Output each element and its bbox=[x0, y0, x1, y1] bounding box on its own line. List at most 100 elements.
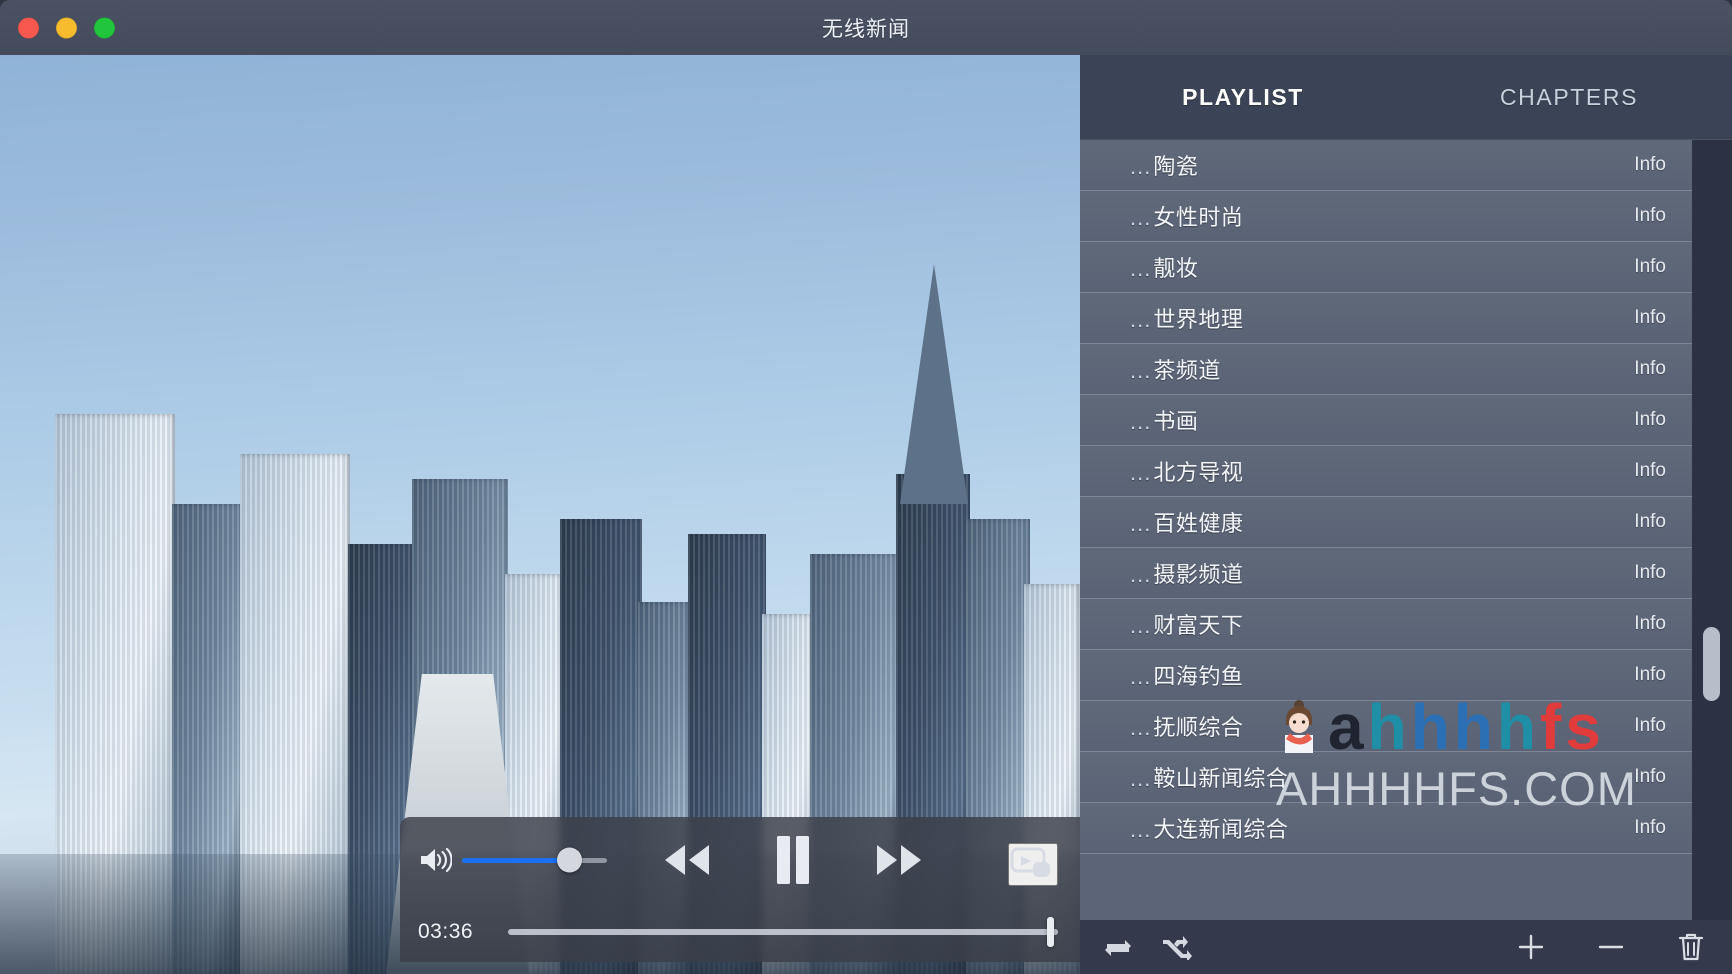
playlist-row[interactable]: ...茶频道 Info bbox=[1080, 344, 1692, 395]
playlist-row-info-button[interactable]: Info bbox=[1634, 358, 1666, 380]
playlist-toolbar-right bbox=[1514, 929, 1708, 965]
close-button[interactable] bbox=[18, 17, 39, 38]
playlist-row-title: ...四海钓鱼 bbox=[1130, 659, 1243, 691]
playlist-row-info-button[interactable]: Info bbox=[1634, 154, 1666, 176]
playlist-row-info-button[interactable]: Info bbox=[1634, 511, 1666, 533]
playlist-row-info-button[interactable]: Info bbox=[1634, 256, 1666, 278]
playlist-row[interactable]: ...陶瓷 Info bbox=[1080, 140, 1692, 191]
seek-slider[interactable] bbox=[508, 917, 1058, 947]
fast-forward-button[interactable] bbox=[867, 836, 931, 884]
player-window: 无线新闻 03:36 PLAYLIST CHAPTERS a h h h h f… bbox=[0, 0, 1732, 974]
playlist-row[interactable]: ...鞍山新闻综合 Info bbox=[1080, 752, 1692, 803]
playlist-row[interactable]: ...财富天下 Info bbox=[1080, 599, 1692, 650]
playlist-row-title: ...茶频道 bbox=[1130, 353, 1221, 385]
playlist-row[interactable]: ...世界地理 Info bbox=[1080, 293, 1692, 344]
volume-control[interactable] bbox=[418, 845, 607, 875]
playlist-row-name: 四海钓鱼 bbox=[1153, 664, 1244, 689]
pause-button[interactable] bbox=[767, 830, 819, 890]
playlist-row-title: ...大连新闻综合 bbox=[1130, 812, 1288, 844]
traffic-light-group bbox=[18, 17, 115, 38]
playlist-row-name: 茶频道 bbox=[1153, 358, 1221, 383]
playlist-row-name: 抚顺综合 bbox=[1153, 715, 1244, 740]
loop-icon[interactable] bbox=[1100, 932, 1136, 962]
playlist-row-prefix: ... bbox=[1130, 460, 1152, 485]
playlist-row-prefix: ... bbox=[1130, 154, 1152, 179]
playlist-items: ...陶瓷 Info ...女性时尚 Info ...靓妆 Info ...世界地理 Info… bbox=[1080, 140, 1692, 920]
playlist-scrollbar-thumb[interactable] bbox=[1703, 627, 1720, 701]
playlist-row-prefix: ... bbox=[1130, 715, 1152, 740]
playlist-row-name: 女性时尚 bbox=[1153, 205, 1244, 230]
playlist-row-info-button[interactable]: Info bbox=[1634, 205, 1666, 227]
playlist-row-name: 百姓健康 bbox=[1153, 511, 1244, 536]
rewind-button[interactable] bbox=[655, 836, 719, 884]
playlist-row-title: ...世界地理 bbox=[1130, 302, 1243, 334]
playlist-row-prefix: ... bbox=[1130, 613, 1152, 638]
playlist-row-title: ...鞍山新闻综合 bbox=[1130, 761, 1288, 793]
playlist-scrollbar[interactable] bbox=[1692, 140, 1732, 920]
playlist-row[interactable]: ...书画 Info bbox=[1080, 395, 1692, 446]
playlist-row-title: ...北方导视 bbox=[1130, 455, 1243, 487]
playlist-row-info-button[interactable]: Info bbox=[1634, 817, 1666, 839]
playlist-row-title: ...女性时尚 bbox=[1130, 200, 1243, 232]
playlist-scroll-area[interactable]: a h h h h f s AHHHHFS.COM ...陶瓷 Info ...女性… bbox=[1080, 140, 1732, 920]
playlist-row-prefix: ... bbox=[1130, 511, 1152, 536]
playlist-row[interactable]: ...四海钓鱼 Info bbox=[1080, 650, 1692, 701]
tab-playlist[interactable]: PLAYLIST bbox=[1080, 84, 1406, 111]
playlist-row-title: ...抚顺综合 bbox=[1130, 710, 1243, 742]
playlist-row-info-button[interactable]: Info bbox=[1634, 766, 1666, 788]
playlist-row-info-button[interactable]: Info bbox=[1634, 664, 1666, 686]
playlist-row-name: 陶瓷 bbox=[1153, 154, 1199, 179]
playlist-row[interactable]: ...靓妆 Info bbox=[1080, 242, 1692, 293]
playlist-row-prefix: ... bbox=[1130, 766, 1152, 791]
playlist-row-info-button[interactable]: Info bbox=[1634, 307, 1666, 329]
speaker-icon[interactable] bbox=[418, 845, 453, 875]
playlist-toolbar bbox=[1080, 920, 1732, 974]
playlist-row-name: 大连新闻综合 bbox=[1153, 817, 1289, 842]
window-titlebar: 无线新闻 bbox=[0, 0, 1732, 55]
playlist-row-title: ...财富天下 bbox=[1130, 608, 1243, 640]
minimize-button[interactable] bbox=[56, 17, 77, 38]
playlist-row-prefix: ... bbox=[1130, 205, 1152, 230]
maximize-button[interactable] bbox=[94, 17, 115, 38]
playlist-row-name: 世界地理 bbox=[1153, 307, 1244, 332]
playlist-row-prefix: ... bbox=[1130, 256, 1152, 281]
minus-icon[interactable] bbox=[1594, 930, 1628, 964]
playlist-row-name: 北方导视 bbox=[1153, 460, 1244, 485]
playlist-row-prefix: ... bbox=[1130, 358, 1152, 383]
plus-icon[interactable] bbox=[1514, 930, 1548, 964]
playlist-row[interactable]: ...大连新闻综合 Info bbox=[1080, 803, 1692, 854]
playlist-row-info-button[interactable]: Info bbox=[1634, 409, 1666, 431]
tab-chapters[interactable]: CHAPTERS bbox=[1406, 84, 1732, 111]
playlist-row-title: ...书画 bbox=[1130, 404, 1198, 436]
playlist-row[interactable]: ...北方导视 Info bbox=[1080, 446, 1692, 497]
player-controls: 03:36 bbox=[400, 817, 1080, 962]
playlist-row-title: ...陶瓷 bbox=[1130, 149, 1198, 181]
playlist-row-info-button[interactable]: Info bbox=[1634, 613, 1666, 635]
player-controls-top-row bbox=[400, 817, 1080, 903]
shuffle-icon[interactable] bbox=[1158, 932, 1194, 962]
player-controls-bottom-row: 03:36 bbox=[400, 903, 1080, 961]
playlist-row-info-button[interactable]: Info bbox=[1634, 562, 1666, 584]
playlist-row-title: ...靓妆 bbox=[1130, 251, 1198, 283]
playlist-row-title: ...摄影频道 bbox=[1130, 557, 1243, 589]
playlist-row[interactable]: ...女性时尚 Info bbox=[1080, 191, 1692, 242]
playlist-row-name: 摄影频道 bbox=[1153, 562, 1244, 587]
sidebar-tabs: PLAYLIST CHAPTERS bbox=[1080, 55, 1732, 140]
playlist-row-info-button[interactable]: Info bbox=[1634, 460, 1666, 482]
playlist-row-prefix: ... bbox=[1130, 562, 1152, 587]
playlist-row-title: ...百姓健康 bbox=[1130, 506, 1243, 538]
playlist-row[interactable]: ...百姓健康 Info bbox=[1080, 497, 1692, 548]
playlist-row[interactable]: ...抚顺综合 Info bbox=[1080, 701, 1692, 752]
seek-slider-knob[interactable] bbox=[1047, 917, 1054, 947]
playlist-row-info-button[interactable]: Info bbox=[1634, 715, 1666, 737]
playlist-row-name: 靓妆 bbox=[1153, 256, 1199, 281]
playlist-row[interactable]: ...摄影频道 Info bbox=[1080, 548, 1692, 599]
playlist-row-prefix: ... bbox=[1130, 409, 1152, 434]
playlist-row-prefix: ... bbox=[1130, 817, 1152, 842]
screen-share-icon[interactable] bbox=[1008, 843, 1058, 886]
trash-icon[interactable] bbox=[1674, 929, 1708, 965]
volume-slider-knob[interactable] bbox=[557, 847, 583, 873]
volume-slider-fill bbox=[462, 857, 570, 863]
current-time: 03:36 bbox=[418, 920, 474, 943]
volume-slider[interactable] bbox=[462, 847, 607, 873]
